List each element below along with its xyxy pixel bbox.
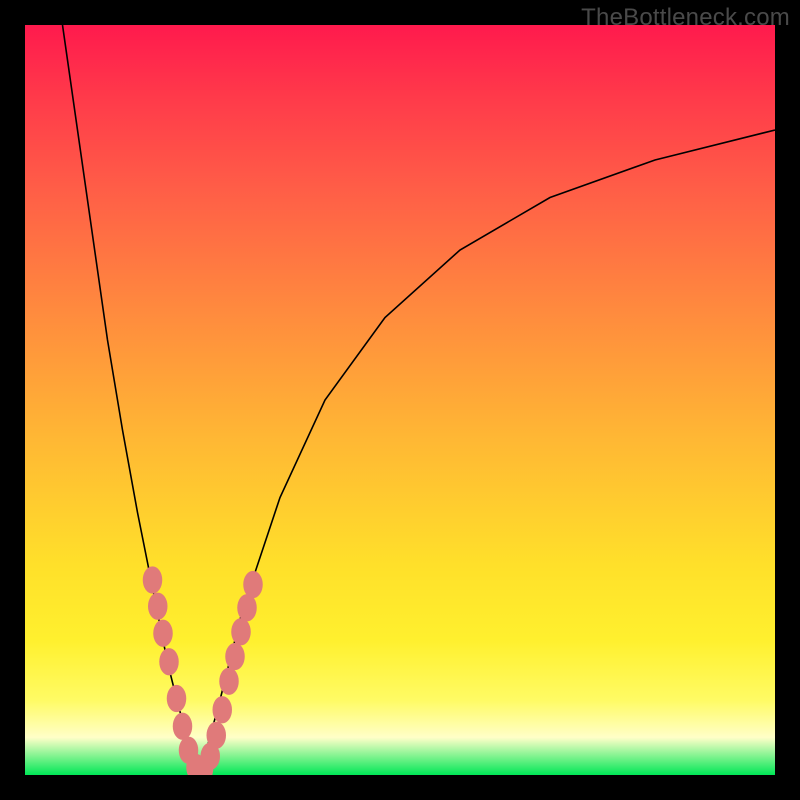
marker-dot	[231, 618, 251, 645]
marker-dot	[207, 722, 227, 749]
marker-dot	[237, 594, 257, 621]
marker-group	[143, 566, 263, 775]
marker-dot	[159, 648, 179, 675]
marker-dot	[219, 668, 239, 695]
left-curve	[63, 25, 200, 775]
marker-dot	[243, 571, 263, 598]
curves-svg	[25, 25, 775, 775]
marker-dot	[225, 643, 245, 670]
marker-dot	[143, 566, 163, 593]
chart-frame: TheBottleneck.com	[0, 0, 800, 800]
plot-area	[25, 25, 775, 775]
marker-dot	[213, 696, 233, 723]
marker-dot	[153, 620, 173, 647]
marker-dot	[148, 593, 168, 620]
right-curve	[200, 130, 775, 775]
marker-dot	[167, 685, 187, 712]
watermark-text: TheBottleneck.com	[581, 4, 790, 32]
marker-dot	[173, 713, 193, 740]
